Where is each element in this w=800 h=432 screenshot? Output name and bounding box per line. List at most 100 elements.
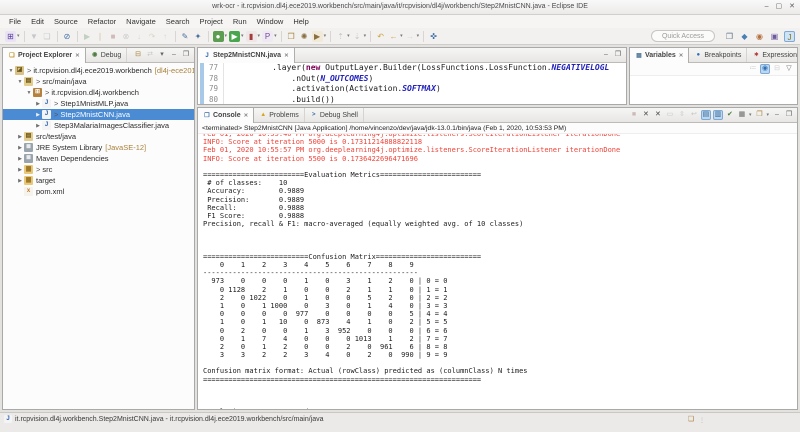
forward-dropdown-icon[interactable]: ▾ [417, 33, 420, 39]
tree-expander-icon[interactable]: ▼ [16, 79, 24, 85]
new-wizard-dropdown-icon[interactable]: ▾ [17, 33, 20, 39]
menu-file[interactable]: File [4, 17, 26, 26]
link-with-editor-icon[interactable]: ⇄ [145, 50, 155, 60]
code-editor[interactable]: 77 .layer(new OutputLayer.Builder(LossFu… [198, 63, 626, 105]
tab-breakpoints[interactable]: ●Breakpoints [689, 48, 747, 62]
save-all-icon[interactable]: ❏ [42, 31, 53, 42]
save-icon[interactable]: ▼ [29, 31, 40, 42]
word-wrap-icon[interactable]: ↩ [689, 110, 699, 120]
menu-navigate[interactable]: Navigate [121, 17, 161, 26]
back-dropdown-icon[interactable]: ▾ [400, 33, 403, 39]
open-console-dropdown-icon[interactable]: ▾ [766, 112, 769, 118]
team-perspective-icon[interactable]: ▣ [769, 31, 780, 42]
editor-line-78[interactable]: 78 .nOut(N_OUTCOMES) [198, 74, 626, 85]
editor-line-79[interactable]: 79 .activation(Activation.SOFTMAX) [198, 84, 626, 95]
menu-run[interactable]: Run [228, 17, 252, 26]
show-type-names-icon[interactable]: ≔ [748, 64, 758, 74]
pin-console-icon[interactable]: ✔ [725, 110, 735, 120]
terminate-icon[interactable]: ■ [629, 110, 639, 120]
minimize-icon[interactable]: – [765, 0, 769, 14]
tree-item-jre-system-library[interactable]: ▶≣JRE System Library[JavaSE-12] [3, 142, 194, 153]
open-console-icon[interactable]: ❐ [754, 110, 764, 120]
collapse-all-icon[interactable]: ⊟ [133, 50, 143, 60]
show-stderr-icon[interactable]: ▥ [713, 110, 723, 120]
quick-access-input[interactable]: Quick Access [651, 30, 715, 42]
tab-step2mnistcnn-java[interactable]: JStep2MnistCNN.java✕ [198, 48, 295, 63]
menu-window[interactable]: Window [252, 17, 289, 26]
tree-item-step3malariaimagesclassifier-java[interactable]: ▶JStep3MalariaImagesClassifier.java [3, 120, 194, 131]
variables-body[interactable] [630, 76, 797, 105]
tree-item-src-main-java[interactable]: ▼▤>src/main/java [3, 76, 194, 87]
tree-item-it-rcpvision-dl4j-workbench[interactable]: ▼⊞>it.rcpvision.dl4j.workbench [3, 87, 194, 98]
view-menu-icon[interactable]: ▽ [784, 64, 794, 74]
previous-annotation-dropdown-icon[interactable]: ▾ [347, 33, 350, 39]
tree-expander-icon[interactable]: ▶ [16, 156, 24, 162]
collapse-all-icon[interactable]: ⊟ [772, 64, 782, 74]
suspend-icon[interactable]: ∥ [95, 31, 106, 42]
maximize-icon[interactable]: ▢ [776, 0, 783, 14]
open-perspective-icon[interactable]: ❐ [724, 31, 735, 42]
editor-line-80[interactable]: 80 .build()) [198, 95, 626, 106]
resume-icon[interactable]: ▶ [82, 31, 93, 42]
forward-icon[interactable]: → [405, 31, 416, 42]
tree-expander-icon[interactable]: ▶ [16, 167, 24, 173]
minimize-view-icon[interactable]: – [772, 110, 782, 120]
remove-all-terminated-icon[interactable]: ✕ [653, 110, 663, 120]
tree-expander-icon[interactable]: ▶ [34, 112, 42, 118]
menu-search[interactable]: Search [161, 17, 195, 26]
editor-line-77[interactable]: 77 .layer(new OutputLayer.Builder(LossFu… [198, 63, 626, 74]
tree-expander-icon[interactable]: ▼ [25, 90, 33, 96]
open-type-icon[interactable]: ❐ [286, 31, 297, 42]
debug-button-icon[interactable]: ● [213, 31, 224, 42]
tab-close-icon[interactable]: ✕ [284, 53, 289, 59]
search-icon[interactable]: ✺ [299, 31, 310, 42]
tab-close-icon[interactable]: ✕ [244, 113, 249, 119]
scroll-lock-icon[interactable]: ⇳ [677, 110, 687, 120]
maximize-view-icon[interactable]: ❐ [613, 50, 623, 60]
step-over-icon[interactable]: ↷ [147, 31, 158, 42]
minimize-view-icon[interactable]: – [601, 50, 611, 60]
tree-item-step1mnistmlp-java[interactable]: ▶J>Step1MnistMLP.java [3, 98, 194, 109]
clear-console-icon[interactable]: ▭ [665, 110, 675, 120]
tree-expander-icon[interactable]: ▶ [16, 134, 24, 140]
tree-item-maven-dependencies[interactable]: ▶≣Maven Dependencies [3, 153, 194, 164]
tab-debug-shell[interactable]: >Debug Shell [305, 108, 364, 122]
maximize-view-icon[interactable]: ❐ [784, 110, 794, 120]
tree-item-pom-xml[interactable]: xpom.xml [3, 186, 194, 197]
menu-edit[interactable]: Edit [26, 17, 49, 26]
pin-editor-icon[interactable]: ✜ [428, 31, 439, 42]
display-selected-console-dropdown-icon[interactable]: ▾ [749, 112, 752, 118]
menu-project[interactable]: Project [195, 17, 228, 26]
disconnect-icon[interactable]: ⊗ [121, 31, 132, 42]
menu-source[interactable]: Source [49, 17, 83, 26]
external-tools-icon[interactable]: ▶ [312, 31, 323, 42]
profile-button-icon[interactable]: P [262, 31, 273, 42]
display-selected-console-icon[interactable]: ▦ [737, 110, 747, 120]
skip-breakpoints-icon[interactable]: ⊘ [62, 31, 73, 42]
terminate-icon[interactable]: ■ [108, 31, 119, 42]
tab-problems[interactable]: ▲Problems [254, 108, 305, 122]
debug-perspective-icon[interactable]: ◆ [739, 31, 750, 42]
maximize-view-icon[interactable]: ❐ [181, 50, 191, 60]
tab-expressions[interactable]: ∗Expressions [747, 48, 798, 62]
tree-expander-icon[interactable]: ▶ [16, 178, 24, 184]
tab-debug[interactable]: ◉Debug [86, 48, 128, 62]
menu-help[interactable]: Help [288, 17, 313, 26]
back-icon[interactable]: ← [388, 31, 399, 42]
show-logical-structure-icon[interactable]: ◉ [760, 64, 770, 74]
remove-launch-icon[interactable]: ✕ [641, 110, 651, 120]
tree-item-target[interactable]: ▶▆target [3, 175, 194, 186]
next-annotation-dropdown-icon[interactable]: ▾ [364, 33, 367, 39]
git-perspective-icon[interactable]: ◉ [754, 31, 765, 42]
run-button-dropdown-icon[interactable]: ▾ [241, 33, 244, 39]
tree-item-src[interactable]: ▶▆>src [3, 164, 194, 175]
last-edit-location-icon[interactable]: ↶ [375, 31, 386, 42]
new-wizard-icon[interactable]: ⊞ [5, 31, 16, 42]
previous-annotation-icon[interactable]: ⇡ [335, 31, 346, 42]
tab-project-explorer[interactable]: ❏Project Explorer✕ [3, 48, 86, 63]
tree-item-step2mnistcnn-java[interactable]: ▶J>Step2MnistCNN.java [3, 109, 194, 120]
tree-item-src-test-java[interactable]: ▶▤src/test/java [3, 131, 194, 142]
next-annotation-icon[interactable]: ⇣ [352, 31, 363, 42]
tab-variables[interactable]: ▦Variables✕ [630, 48, 689, 63]
tree-expander-icon[interactable]: ▶ [34, 101, 42, 107]
